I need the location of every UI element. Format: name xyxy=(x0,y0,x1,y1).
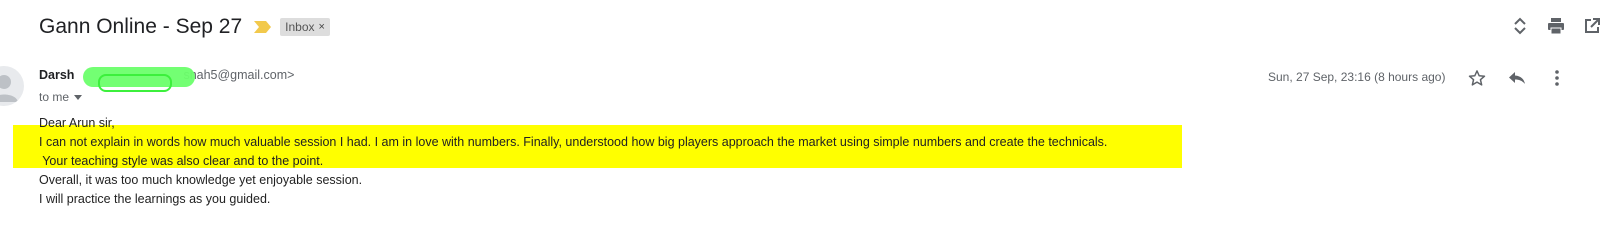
email-subject: Gann Online - Sep 27 xyxy=(39,15,243,38)
importance-marker-icon[interactable] xyxy=(254,21,272,33)
sender-email: shah5@gmail.com> xyxy=(183,68,295,82)
print-icon[interactable] xyxy=(1545,15,1567,37)
recipient-text: to me xyxy=(39,90,70,104)
caret-down-icon xyxy=(74,94,83,100)
person-icon xyxy=(0,75,18,102)
sender-avatar[interactable] xyxy=(0,66,24,106)
inbox-label-chip: Inbox × xyxy=(280,18,330,36)
message-actions xyxy=(1466,67,1568,89)
star-icon[interactable] xyxy=(1466,67,1488,89)
recipient-details-toggle[interactable]: to me xyxy=(39,90,83,104)
subject-row: Gann Online - Sep 27 Inbox × xyxy=(39,12,330,42)
body-line-3: Your teaching style was also clear and t… xyxy=(39,154,324,168)
body-line-greeting: Dear Arun sir, xyxy=(39,116,115,130)
reply-icon[interactable] xyxy=(1506,67,1528,89)
remove-label-button[interactable]: × xyxy=(319,21,325,33)
body-line-4: Overall, it was too much knowledge yet e… xyxy=(39,173,363,187)
thread-actions xyxy=(1509,15,1603,37)
body-line-5: I will practice the learnings as you gui… xyxy=(39,192,271,206)
redaction-scribble-outline xyxy=(98,74,172,92)
more-options-icon[interactable] xyxy=(1546,67,1568,89)
open-in-new-window-icon[interactable] xyxy=(1581,15,1603,37)
sender-name[interactable]: Darsh xyxy=(39,68,74,82)
message-date: Sun, 27 Sep, 23:16 (8 hours ago) xyxy=(1268,70,1446,84)
body-line-2: I can not explain in words how much valu… xyxy=(39,135,1108,149)
inbox-label-text: Inbox xyxy=(285,20,315,34)
expand-all-icon[interactable] xyxy=(1509,15,1531,37)
